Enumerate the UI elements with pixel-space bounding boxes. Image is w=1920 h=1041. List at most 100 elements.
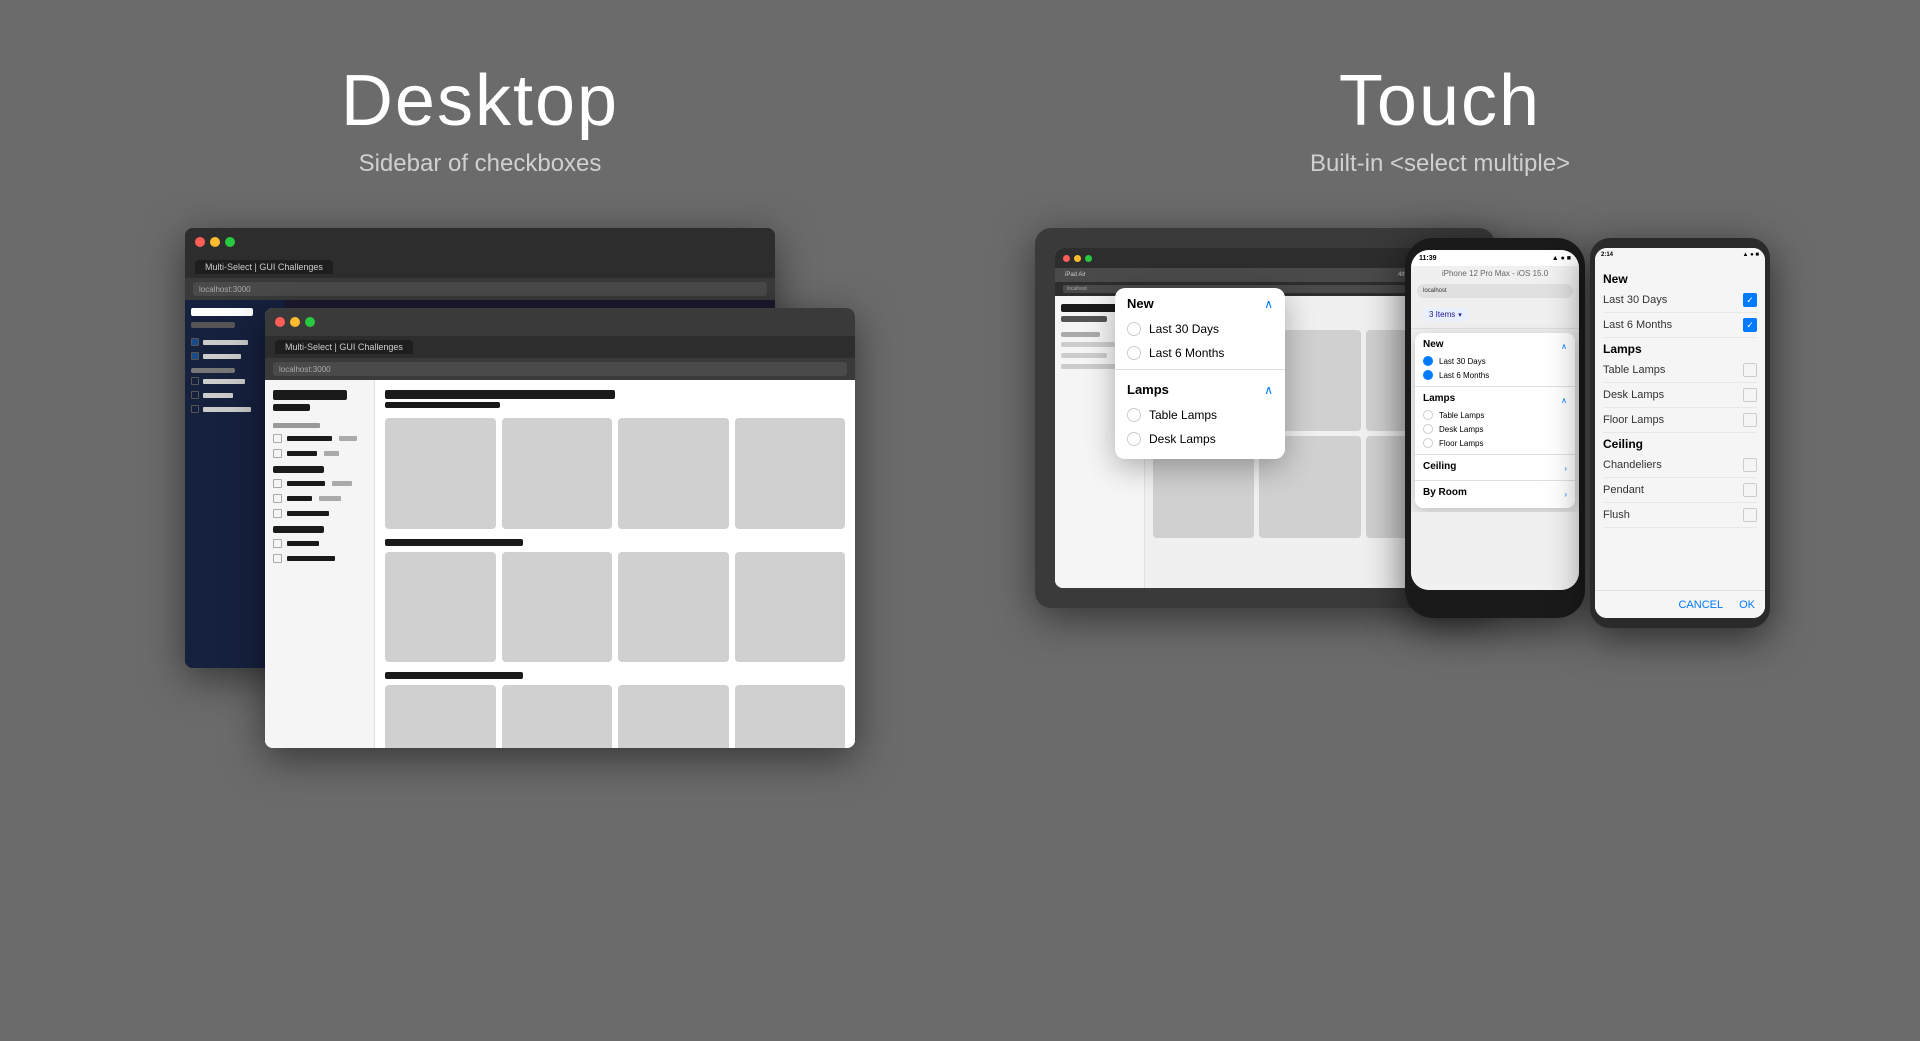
ipad-dot-red (1063, 255, 1070, 262)
dark-checkbox-4[interactable] (191, 391, 199, 399)
dark-checkbox-1[interactable] (191, 338, 199, 346)
iphone-radio-desk-lamps (1423, 424, 1433, 434)
iphone-ceiling-chevron: › (1564, 464, 1567, 473)
light-checkbox-2[interactable] (273, 449, 282, 458)
android-check-chandeliers[interactable] (1743, 458, 1757, 472)
light-main (375, 380, 855, 748)
android-item-flush[interactable]: Flush (1603, 503, 1757, 528)
browser-back-tab[interactable]: Multi-Select | GUI Challenges (195, 260, 333, 274)
iphone-popup-ceiling: Ceiling › (1415, 455, 1575, 480)
iphone-popup-last6[interactable]: Last 6 Months (1423, 368, 1567, 382)
light-checkbox-3[interactable] (273, 479, 282, 488)
browser-front-address-bar: localhost:3000 (265, 358, 855, 380)
android-check-last30-icon: ✓ (1746, 295, 1754, 306)
android-ok-button[interactable]: OK (1739, 599, 1755, 611)
light-label-3 (287, 481, 325, 486)
browser-front-tab[interactable]: Multi-Select | GUI Challenges (275, 340, 413, 354)
android-check-last6[interactable]: ✓ (1743, 318, 1757, 332)
light-checkbox-5[interactable] (273, 509, 282, 518)
android-screen: 2:14 ▲ ● ■ New Last 30 Days ✓ (1595, 248, 1765, 618)
android-item-table-lamps[interactable]: Table Lamps (1603, 358, 1757, 383)
browser-back-titlebar (185, 228, 775, 256)
image-grid-1 (385, 418, 845, 529)
android-check-floor-lamps[interactable] (1743, 413, 1757, 427)
light-label-2b (324, 451, 339, 456)
image-thumb-9 (385, 685, 496, 748)
android-section-ceiling: Ceiling (1603, 433, 1757, 453)
android-list: New Last 30 Days ✓ Last 6 Months ✓ (1595, 262, 1765, 534)
grid-section-label-1 (385, 539, 523, 546)
light-sidebar-item-7 (273, 554, 366, 563)
android-item-floor-lamps[interactable]: Floor Lamps (1603, 408, 1757, 433)
iphone-mini-popup: New ∧ Last 30 Days Last 6 Months (1415, 333, 1575, 508)
iphone-popup-desk-lamps[interactable]: Desk Lamps (1423, 422, 1567, 436)
dark-checkbox-3[interactable] (191, 377, 199, 385)
light-label-1 (287, 436, 332, 441)
dropdown-chevron-new: ∧ (1264, 297, 1273, 311)
android-item-chandeliers-text: Chandeliers (1603, 459, 1662, 471)
dropdown-last6-radio (1127, 346, 1141, 360)
light-checkbox-6[interactable] (273, 539, 282, 548)
android-check-pendant[interactable] (1743, 483, 1757, 497)
dark-checkbox-2[interactable] (191, 352, 199, 360)
android-item-last30[interactable]: Last 30 Days ✓ (1603, 288, 1757, 313)
light-sidebar-item-4 (273, 494, 366, 503)
iphone-popup-desk-lamps-text: Desk Lamps (1439, 425, 1483, 434)
dark-section-sep (191, 368, 235, 373)
light-checkbox-4[interactable] (273, 494, 282, 503)
android-item-last6[interactable]: Last 6 Months ✓ (1603, 313, 1757, 338)
light-checkbox-1[interactable] (273, 434, 282, 443)
iphone-popup-last30[interactable]: Last 30 Days (1423, 354, 1567, 368)
iphone-popup-ceiling-header[interactable]: Ceiling › (1423, 461, 1567, 476)
iphone-popup-lamps-title: Lamps (1423, 393, 1455, 404)
browser-back-address-input[interactable]: localhost:3000 (193, 282, 767, 296)
iphone-radio-last30 (1423, 356, 1433, 366)
grid-section-label-2 (385, 672, 523, 679)
light-sidebar-item-5 (273, 509, 366, 518)
android-check-desk-lamps[interactable] (1743, 388, 1757, 402)
iphone-radio-floor-lamps (1423, 438, 1433, 448)
browser-back-tab-bar: Multi-Select | GUI Challenges (185, 256, 775, 278)
dropdown-last30-item[interactable]: Last 30 Days (1115, 317, 1285, 341)
android-item-chandeliers[interactable]: Chandeliers (1603, 453, 1757, 478)
android-cancel-button[interactable]: CANCEL (1678, 599, 1723, 611)
android-check-table-lamps[interactable] (1743, 363, 1757, 377)
light-checkbox-7[interactable] (273, 554, 282, 563)
android-time: 2:14 (1601, 252, 1613, 258)
iphone-popup-byroom-header[interactable]: By Room › (1423, 487, 1567, 502)
iphone-popup-table-lamps[interactable]: Table Lamps (1423, 408, 1567, 422)
browser-front-address-input[interactable]: localhost:3000 (273, 362, 847, 376)
dark-checkbox-5[interactable] (191, 405, 199, 413)
iphone-bottom-space (1411, 512, 1579, 590)
iphone-popup-table-lamps-text: Table Lamps (1439, 411, 1484, 420)
dark-label-1 (203, 340, 248, 345)
light-label-1b (339, 436, 357, 441)
image-thumb-4 (735, 418, 846, 529)
dark-label-4 (203, 393, 233, 398)
ipad-sidebar-section (1061, 332, 1100, 337)
ipad-sidebar-bar-2 (1061, 316, 1107, 322)
android-item-pendant[interactable]: Pendant (1603, 478, 1757, 503)
dot-green (225, 237, 235, 247)
dropdown-lamps-header: Lamps ∧ (1115, 374, 1285, 403)
dropdown-last6-item[interactable]: Last 6 Months (1115, 341, 1285, 365)
dropdown-desk-lamps-item[interactable]: Desk Lamps (1115, 427, 1285, 451)
android-check-last30[interactable]: ✓ (1743, 293, 1757, 307)
iphone-title-text: iPhone 12 Pro Max - iOS 15.0 (1417, 269, 1573, 278)
iphone-popup-new: New ∧ Last 30 Days Last 6 Months (1415, 333, 1575, 386)
android-check-flush[interactable] (1743, 508, 1757, 522)
iphone-popup-floor-lamps-text: Floor Lamps (1439, 439, 1483, 448)
light-label-4 (287, 496, 312, 501)
light-label-7 (287, 556, 335, 561)
image-thumb-2 (502, 418, 613, 529)
iphone-popup-floor-lamps[interactable]: Floor Lamps (1423, 436, 1567, 450)
iphone-popup-last6-text: Last 6 Months (1439, 371, 1489, 380)
browser-front-tab-bar: Multi-Select | GUI Challenges (265, 336, 855, 358)
iphone-items-badge[interactable]: 3 Items ▾ (1423, 308, 1468, 321)
dot-red-2 (275, 317, 285, 327)
android-item-desk-lamps[interactable]: Desk Lamps (1603, 383, 1757, 408)
android-item-flush-text: Flush (1603, 509, 1630, 521)
dropdown-table-lamps-item[interactable]: Table Lamps (1115, 403, 1285, 427)
content-area: Multi-Select | GUI Challenges localhost:… (0, 208, 1920, 1041)
iphone-address-input[interactable]: localhost (1417, 284, 1573, 298)
